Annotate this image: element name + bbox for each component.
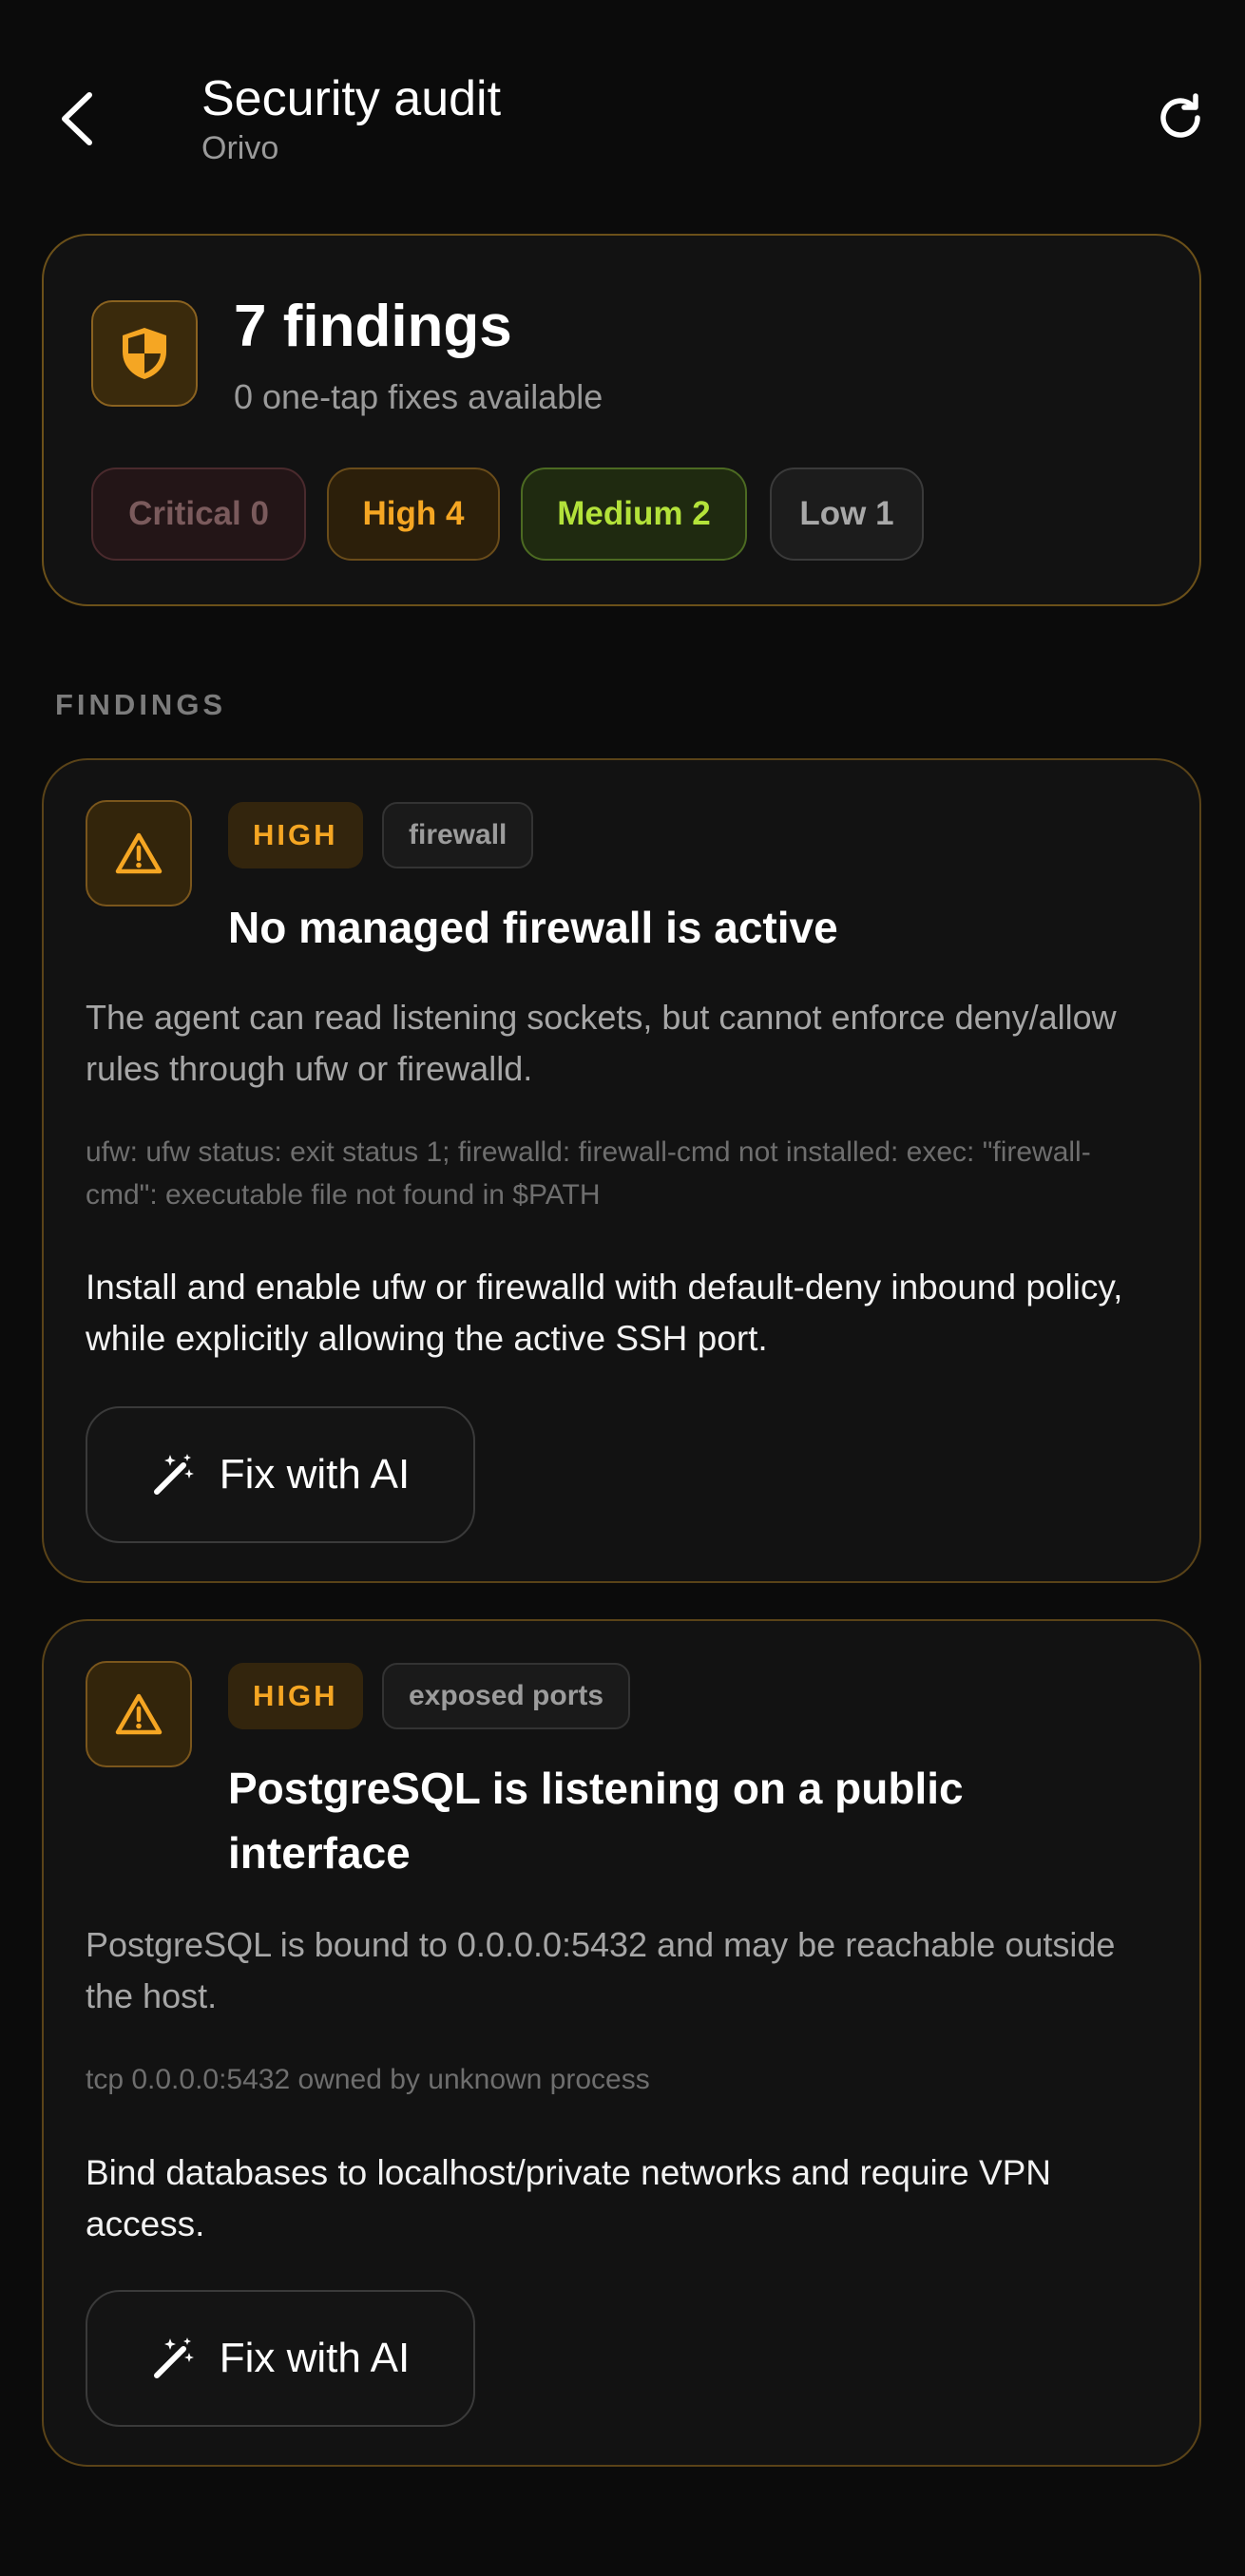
section-heading: FINDINGS [55, 688, 227, 721]
title-block: Security audit Orivo [201, 68, 501, 167]
filter-chip-low[interactable]: Low 1 [770, 467, 924, 561]
findings-count: 7 findings [234, 294, 512, 359]
refresh-button[interactable] [1150, 87, 1211, 148]
shield-badge [91, 300, 198, 407]
warning-badge [86, 1661, 192, 1767]
fix-button-label: Fix with AI [219, 1451, 411, 1498]
page-title: Security audit [201, 71, 502, 126]
warning-icon [115, 1693, 163, 1735]
fix-with-ai-button[interactable]: Fix with AI [86, 2290, 475, 2427]
fixes-available: 0 one-tap fixes available [234, 377, 603, 416]
chevron-left-icon [62, 92, 92, 145]
finding-description: PostgreSQL is bound to 0.0.0.0:5432 and … [86, 1925, 1116, 2015]
filter-chip-medium[interactable]: Medium 2 [521, 467, 747, 561]
finding-description: The agent can read listening sockets, bu… [86, 998, 1117, 1088]
finding-card: HIGH firewall No managed firewall is act… [42, 758, 1201, 1583]
top-bar: Security audit Orivo [0, 0, 1245, 200]
fix-button-label: Fix with AI [219, 2335, 411, 2381]
severity-badge: HIGH [228, 1663, 363, 1729]
filter-chip-high[interactable]: High 4 [327, 467, 500, 561]
finding-card: HIGH exposed ports PostgreSQL is listeni… [42, 1619, 1201, 2467]
category-badge: firewall [382, 802, 534, 868]
summary-card: 7 findings 0 one-tap fixes available Cri… [42, 234, 1201, 606]
finding-recommendation: Bind databases to localhost/private netw… [86, 2153, 1052, 2243]
severity-badge: HIGH [228, 802, 363, 868]
warning-badge [86, 800, 192, 906]
shield-icon [123, 328, 166, 379]
finding-recommendation: Install and enable ufw or firewalld with… [86, 1268, 1123, 1358]
category-badge: exposed ports [382, 1663, 631, 1729]
finding-evidence: tcp 0.0.0.0:5432 owned by unknown proces… [86, 2064, 650, 2095]
back-button[interactable] [48, 86, 105, 152]
page-subtitle: Orivo [201, 130, 279, 166]
magic-wand-icon [153, 2337, 194, 2378]
warning-icon [115, 832, 163, 874]
refresh-icon [1160, 93, 1200, 138]
filter-chip-critical[interactable]: Critical 0 [91, 467, 306, 561]
finding-evidence: ufw: ufw status: exit status 1; firewall… [86, 1136, 1091, 1211]
finding-title: No managed firewall is active [228, 903, 838, 952]
fix-with-ai-button[interactable]: Fix with AI [86, 1406, 475, 1543]
finding-title: PostgreSQL is listening on a public inte… [228, 1764, 964, 1878]
magic-wand-icon [153, 1454, 194, 1495]
